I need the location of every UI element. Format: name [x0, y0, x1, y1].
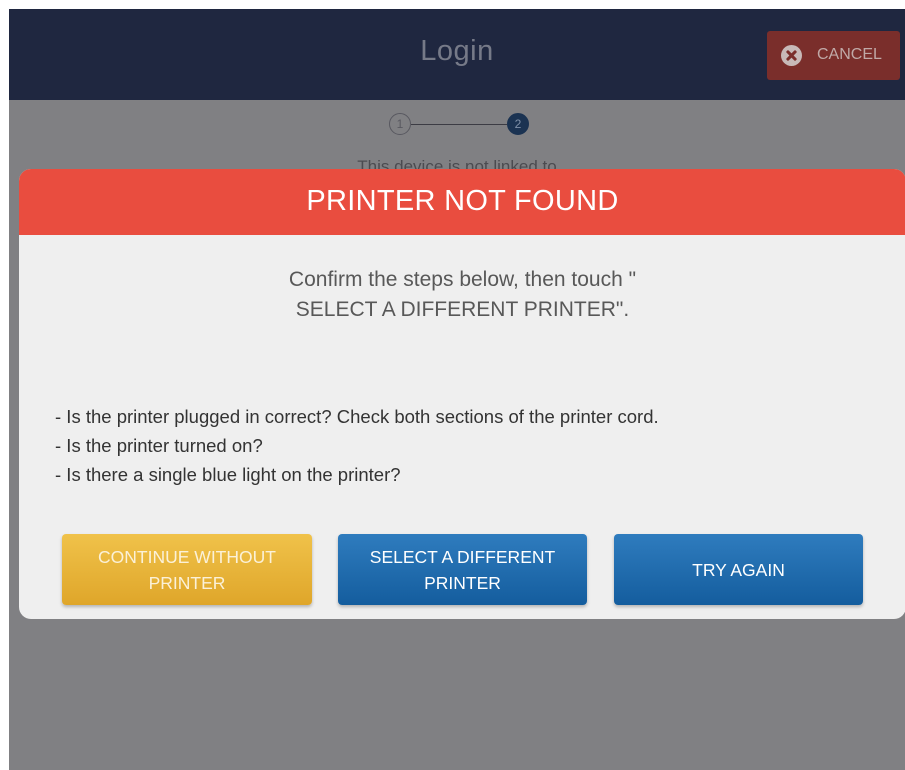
checklist-item: - Is the printer turned on? [55, 435, 263, 456]
printer-error-dialog: PRINTER NOT FOUND Confirm the steps belo… [19, 169, 905, 619]
background-description: This device is not linked to [357, 157, 557, 169]
cancel-button[interactable]: CANCEL [767, 31, 900, 80]
cancel-button-label: CANCEL [817, 46, 882, 63]
step-1-indicator: 1 [389, 113, 411, 135]
checklist-item: - Is there a single blue light on the pr… [55, 464, 401, 485]
select-different-printer-button[interactable]: SELECT A DIFFERENT PRINTER [338, 534, 587, 605]
checklist-item: - Is the printer plugged in correct? Che… [55, 406, 659, 427]
try-again-button[interactable]: TRY AGAIN [614, 534, 863, 605]
close-circle-icon [781, 45, 802, 66]
dialog-instructions: Confirm the steps below, then touch " SE… [288, 268, 637, 321]
troubleshooting-checklist: - Is the printer plugged in correct? Che… [55, 402, 659, 489]
dialog-header: PRINTER NOT FOUND [19, 169, 905, 235]
app-screen: Login CANCEL 1 2 This device is not link… [9, 9, 905, 770]
step-2-indicator: 2 [507, 113, 529, 135]
top-bar: Login CANCEL [9, 9, 905, 100]
stepper-connector [411, 124, 507, 125]
progress-stepper: 1 2 [389, 111, 529, 139]
dialog-title: PRINTER NOT FOUND [306, 185, 619, 217]
continue-without-printer-button[interactable]: CONTINUE WITHOUT PRINTER [62, 534, 312, 605]
